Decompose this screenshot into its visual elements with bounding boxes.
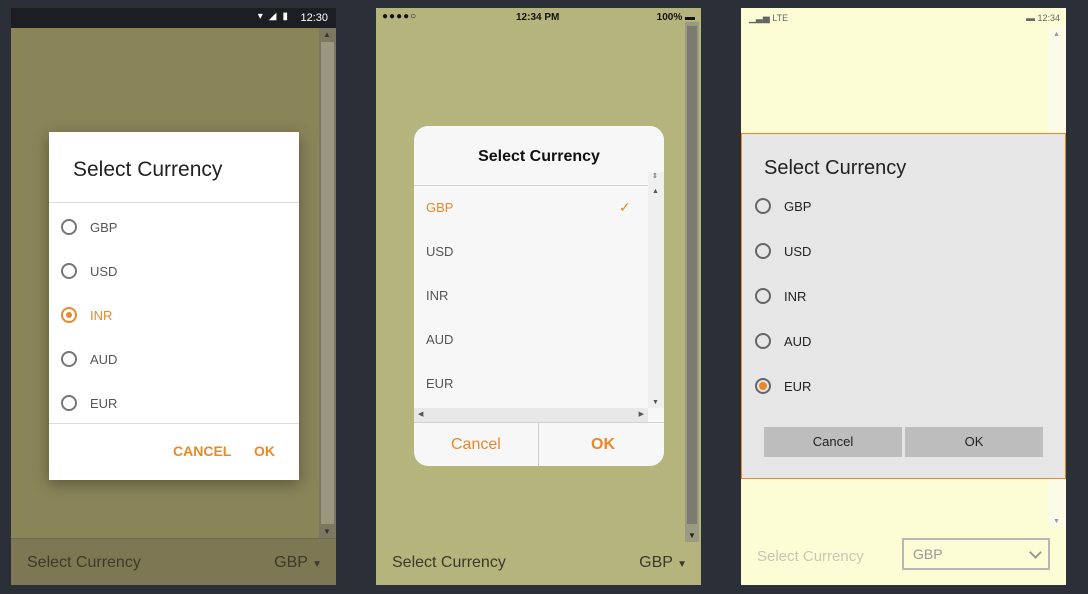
android-phone: ▾◢▮ 12:30 ▲ ▼ Select Currency GBP ▼ Sele… <box>11 8 336 585</box>
picker-value[interactable]: GBP ▼ <box>639 554 687 572</box>
divider <box>49 423 299 424</box>
option-label: USD <box>784 244 812 259</box>
option-label: AUD <box>784 334 812 349</box>
page-scrollbar[interactable]: ▲ ▼ <box>319 28 336 538</box>
radio-button[interactable] <box>755 243 771 259</box>
radio-button[interactable] <box>755 288 771 304</box>
radio-button[interactable] <box>61 219 77 235</box>
dropdown-arrow-icon: ▼ <box>677 559 687 570</box>
currency-dialog: Select Currency GBP USD INR AUD EUR CANC… <box>49 132 299 480</box>
option-label: INR <box>90 308 113 323</box>
currency-combobox[interactable]: GBP <box>902 538 1050 570</box>
ok-button[interactable]: OK <box>591 436 615 454</box>
radio-button[interactable] <box>755 198 771 214</box>
carrier-signal: ●●●●○ <box>382 11 418 22</box>
list-horizontal-scrollbar[interactable]: ◀ ▶ <box>414 408 648 422</box>
dialog-title: Select Currency <box>73 158 223 181</box>
picker-label: Select Currency <box>27 554 141 571</box>
picker-value[interactable]: GBP ▼ <box>274 554 322 572</box>
scroll-down-icon[interactable]: ▼ <box>688 531 696 540</box>
signal-icon: ▁▃▅ <box>749 13 770 23</box>
currency-dialog: Select Currency GBP USD INR AUD EUR Canc… <box>741 133 1066 479</box>
picker-label: Select Currency <box>392 554 506 571</box>
battery-icon: ▬ <box>1025 13 1035 23</box>
currency-picker-row: Select Currency GBP <box>741 533 1066 585</box>
scroll-left-icon[interactable]: ◀ <box>418 410 423 418</box>
divider <box>414 422 664 423</box>
dropdown-arrow-icon: ▼ <box>312 559 322 570</box>
scroll-down-icon[interactable]: ▼ <box>323 527 331 536</box>
cancel-button[interactable]: Cancel <box>764 427 902 457</box>
option-usd[interactable]: USD <box>426 244 453 259</box>
list-vertical-scrollbar[interactable]: ⇕ ▲ ▼ <box>648 172 664 408</box>
cancel-button[interactable]: Cancel <box>451 436 501 454</box>
option-eur[interactable]: EUR <box>426 376 453 391</box>
ok-button[interactable]: OK <box>905 427 1043 457</box>
scroll-up-icon[interactable]: ▲ <box>323 30 331 39</box>
radio-button[interactable] <box>755 333 771 349</box>
currency-picker-row[interactable]: Select Currency GBP ▼ <box>11 538 336 585</box>
chevron-down-icon <box>1029 546 1042 559</box>
scroll-right-icon[interactable]: ▶ <box>639 410 644 418</box>
radio-button-selected[interactable] <box>755 378 771 394</box>
radio-button-selected[interactable] <box>61 307 77 323</box>
radio-button[interactable] <box>61 263 77 279</box>
divider <box>49 202 299 203</box>
ios-phone: ●●●●○ 12:34 PM 100% ▬ ▼ Select Currency … <box>376 8 701 585</box>
picker-label: Select Currency <box>757 548 864 565</box>
radio-button[interactable] <box>61 395 77 411</box>
option-aud[interactable]: AUD <box>426 332 453 347</box>
dialog-title: Select Currency <box>764 157 907 179</box>
scroll-thumb[interactable] <box>321 42 334 524</box>
currency-dialog: Select Currency GBP ✓ USD INR AUD EUR ⇕ … <box>414 126 664 466</box>
divider <box>414 185 664 186</box>
scroll-down-icon[interactable]: ▼ <box>1053 518 1060 525</box>
page-scrollbar[interactable]: ▼ <box>685 22 699 542</box>
signal-indicator: ▁▃▅ LTE <box>749 13 789 23</box>
radio-button[interactable] <box>61 351 77 367</box>
picker-value: GBP <box>913 546 943 562</box>
divider <box>538 422 539 466</box>
option-label: USD <box>90 264 118 279</box>
dialog-title: Select Currency <box>478 148 600 165</box>
windows-phone: ▁▃▅ LTE ▬ 12:34 ▲ ▼ Select Currency GBP … <box>741 8 1066 585</box>
status-time: 12:30 <box>300 12 328 24</box>
option-label: EUR <box>784 379 812 394</box>
status-icons: ▾◢▮ <box>257 11 294 22</box>
status-time: 12:34 PM <box>516 12 560 23</box>
scroll-thumb[interactable] <box>687 26 697 524</box>
scroll-up-icon[interactable]: ▲ <box>652 188 659 195</box>
windows-status-bar: ▁▃▅ LTE ▬ 12:34 <box>741 8 1066 27</box>
scroll-updown-icon[interactable]: ⇕ <box>652 172 658 180</box>
scroll-up-icon[interactable]: ▲ <box>1053 31 1060 38</box>
option-label: AUD <box>90 352 118 367</box>
scroll-down-icon[interactable]: ▼ <box>652 399 659 406</box>
option-gbp[interactable]: GBP <box>426 200 453 215</box>
checkmark-icon: ✓ <box>619 199 631 215</box>
currency-picker-row[interactable]: Select Currency GBP ▼ <box>376 545 701 585</box>
option-label: GBP <box>784 199 812 214</box>
ios-status-bar: ●●●●○ 12:34 PM 100% ▬ <box>376 8 701 26</box>
cancel-button[interactable]: CANCEL <box>173 443 231 459</box>
android-status-bar: ▾◢▮ 12:30 <box>11 8 336 28</box>
option-label: GBP <box>90 220 118 235</box>
status-time: ▬ 12:34 <box>1025 13 1060 23</box>
option-label: INR <box>784 289 807 304</box>
ok-button[interactable]: OK <box>254 443 275 459</box>
option-inr[interactable]: INR <box>426 288 448 303</box>
option-label: EUR <box>90 396 118 411</box>
